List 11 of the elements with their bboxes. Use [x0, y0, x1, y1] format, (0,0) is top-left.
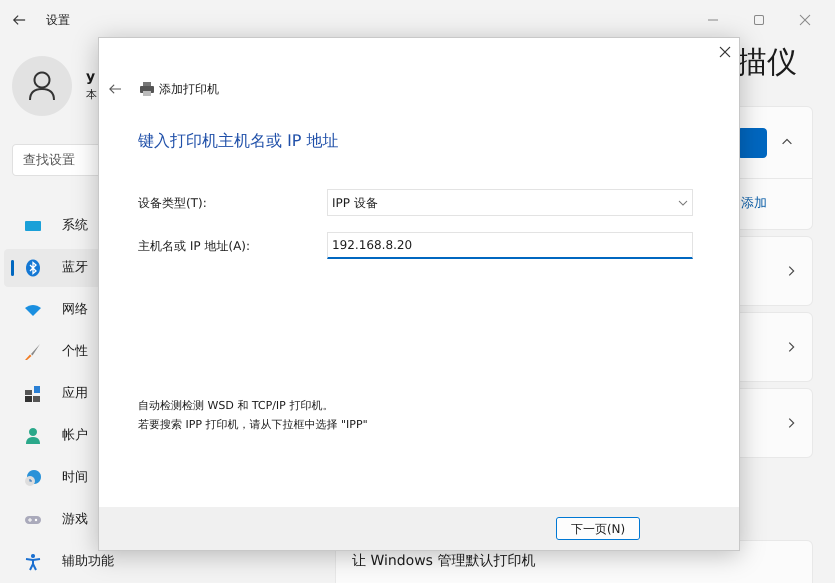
user-subtitle: 本 — [86, 87, 97, 103]
field-label: 设备类型(T): — [138, 194, 208, 212]
page-title: 描仪 — [737, 44, 797, 82]
dialog-heading: 键入打印机主机名或 IP 地址 — [138, 130, 340, 152]
user-name: y — [86, 68, 96, 86]
app-title: 设置 — [46, 12, 70, 29]
dialog-title: 添加打印机 — [159, 81, 219, 98]
setting-label: 让 Windows 管理默认打印机 — [352, 552, 536, 571]
hint-text: 自动检测检测 WSD 和 TCP/IP 打印机。 — [138, 398, 334, 414]
field-label: 主机名或 IP 地址(A): — [138, 238, 252, 254]
hint-text: 若要搜索 IPP 打印机，请从下拉框中选择 "IPP" — [138, 417, 369, 433]
